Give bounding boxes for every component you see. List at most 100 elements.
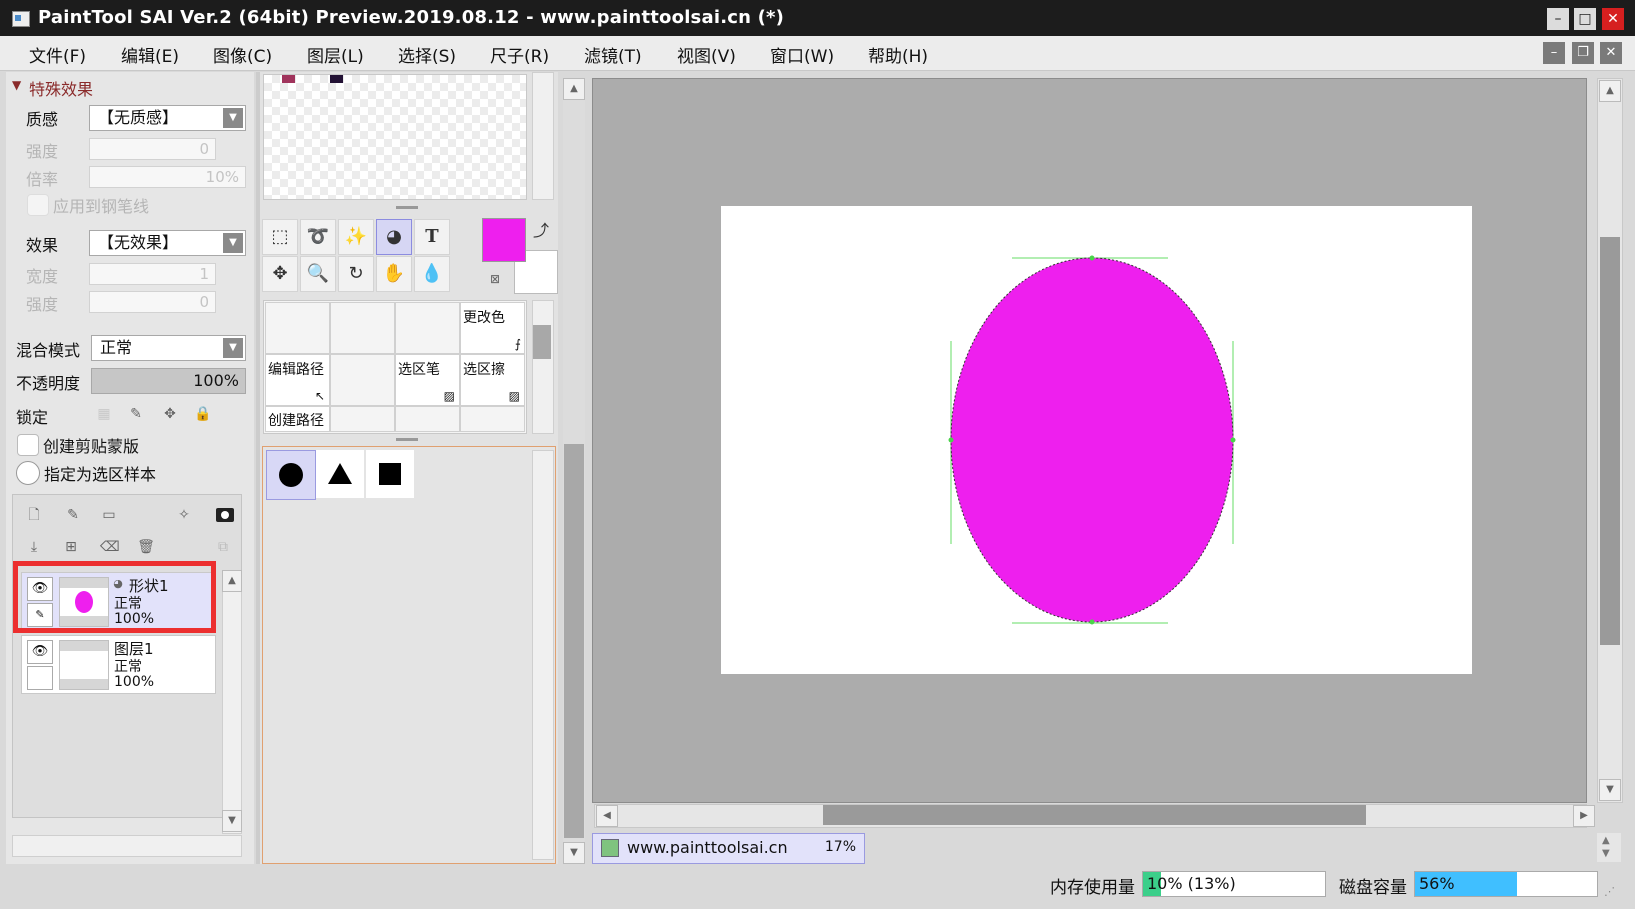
effect-select[interactable]: 【无效果】 ▼ (89, 230, 246, 256)
texture-select[interactable]: 【无质感】 ▼ (89, 105, 246, 131)
scroll-down-button[interactable]: ▼ (563, 842, 585, 864)
rect-select-tool[interactable]: ⬚ (262, 219, 298, 255)
scale-field[interactable]: 10% (89, 166, 246, 188)
blend-mode-select[interactable]: 正常 ▼ (91, 335, 246, 361)
new-linework-layer-icon[interactable]: ✎ (64, 506, 82, 524)
pen-slot[interactable] (27, 666, 53, 690)
duplicate-layer-icon[interactable]: ⊞ (62, 538, 80, 556)
shape-tool[interactable]: ◕ (376, 219, 412, 255)
close-button[interactable]: ✕ (1602, 8, 1624, 30)
scroll-down-button[interactable]: ▼ (1599, 779, 1621, 801)
resize-grip-icon[interactable]: ⋰ (1604, 885, 1615, 898)
brush-slot[interactable] (330, 302, 395, 354)
rotate-tool[interactable]: ↻ (338, 256, 374, 292)
minimize-button[interactable]: – (1547, 8, 1569, 30)
menu-help[interactable]: 帮助(H) (868, 42, 928, 67)
hand-tool[interactable]: ✋ (376, 256, 412, 292)
layer-mask-icon[interactable] (216, 508, 234, 522)
brush-slot[interactable] (265, 302, 330, 354)
brush-slot[interactable] (330, 354, 395, 406)
lock-transparency-icon[interactable]: ▦ (95, 405, 113, 423)
swap-colors-icon[interactable]: ⤴ (532, 222, 550, 240)
brush-change-color[interactable]: 更改色 ⨍ (460, 302, 525, 354)
menu-file[interactable]: 文件(F) (29, 42, 86, 67)
swatch-color[interactable] (282, 75, 295, 83)
opacity-slider[interactable]: 100% (91, 368, 246, 394)
scroll-up-button[interactable]: ▲ (222, 570, 242, 592)
eye-icon[interactable]: 👁 (27, 640, 53, 664)
magic-wand-tool[interactable]: ✨ (338, 219, 374, 255)
panel-splitter[interactable] (256, 72, 260, 864)
menu-filter[interactable]: 滤镜(T) (584, 42, 642, 67)
brush-slot[interactable] (330, 406, 395, 432)
primary-color[interactable] (482, 218, 526, 262)
resize-handle[interactable] (396, 438, 418, 441)
lock-all-icon[interactable]: 🔒 (194, 405, 212, 423)
shape-scrollbar[interactable] (532, 450, 554, 860)
brush-select-pen[interactable]: 选区笔 ▨ (395, 354, 460, 406)
clear-layer-icon[interactable]: ⌫ (100, 538, 120, 556)
resize-handle[interactable] (396, 206, 418, 209)
delete-layer-icon[interactable]: 🗑 (137, 538, 155, 556)
layer-hscrollbar[interactable] (12, 835, 242, 857)
brush-select-eraser[interactable]: 选区擦 ▨ (460, 354, 525, 406)
layer-row-layer1[interactable]: 👁 图层1 正常 100% (21, 635, 216, 694)
apply-pen-checkbox[interactable] (27, 194, 49, 216)
lock-paint-icon[interactable]: ✎ (127, 405, 145, 423)
swatch-color[interactable] (330, 75, 343, 83)
scroll-right-button[interactable]: ▶ (1573, 805, 1595, 827)
menu-ruler[interactable]: 尺子(R) (490, 42, 549, 67)
strength2-field[interactable]: 0 (89, 291, 216, 313)
brush-scroll-thumb[interactable] (533, 325, 551, 359)
new-layer-icon[interactable]: 🗋 (25, 506, 43, 524)
triangle-shape-button[interactable] (316, 450, 364, 498)
mdi-close-button[interactable]: ✕ (1600, 42, 1622, 64)
rectangle-shape-button[interactable] (366, 450, 414, 498)
brush-slot[interactable] (395, 302, 460, 354)
scroll-down-button[interactable]: ▼ (222, 810, 242, 832)
lasso-tool[interactable]: ➰ (300, 219, 336, 255)
merge-down-icon[interactable]: ⤓ (25, 538, 43, 556)
brush-edit-path[interactable]: 编辑路径 ↖ (265, 354, 330, 406)
transparent-color-icon[interactable]: ⊠ (486, 270, 504, 288)
text-tool[interactable]: T (414, 219, 450, 255)
strength-field[interactable]: 0 (89, 138, 216, 160)
brush-slot[interactable] (395, 406, 460, 432)
menu-select[interactable]: 选择(S) (398, 42, 456, 67)
menu-edit[interactable]: 编辑(E) (121, 42, 179, 67)
move-tool[interactable]: ✥ (262, 256, 298, 292)
new-folder-icon[interactable]: ▭ (100, 506, 118, 524)
brush-scrollbar[interactable] (532, 300, 554, 434)
eyedropper-tool[interactable]: 💧 (414, 256, 450, 292)
ellipse-shape-button[interactable] (266, 450, 316, 500)
scroll-up-button[interactable]: ▲ (1599, 80, 1621, 102)
mdi-minimize-button[interactable]: – (1543, 42, 1565, 64)
document-canvas[interactable] (721, 206, 1472, 674)
layer-options-icon[interactable]: ⧉ (214, 538, 232, 556)
menu-window[interactable]: 窗口(W) (770, 42, 834, 67)
scroll-up-button[interactable]: ▲ (563, 78, 585, 100)
canvas-left-scroll-thumb[interactable] (564, 444, 584, 838)
canvas-area[interactable] (592, 78, 1587, 803)
brush-slot[interactable] (460, 406, 525, 432)
zoom-tool[interactable]: 🔍 (300, 256, 336, 292)
selection-source-radio[interactable] (16, 461, 40, 485)
swatch-scrollbar[interactable] (532, 72, 554, 200)
menu-layer[interactable]: 图层(L) (307, 42, 364, 67)
brush-create-path[interactable]: 创建路径 (265, 406, 330, 432)
canvas-hscroll-thumb[interactable] (823, 805, 1366, 825)
document-tab[interactable]: www.painttoolsai.cn 17% (592, 833, 865, 864)
lock-move-icon[interactable]: ✥ (161, 405, 179, 423)
menu-image[interactable]: 图像(C) (213, 42, 272, 67)
maximize-button[interactable]: □ (1574, 8, 1596, 30)
clipping-mask-checkbox[interactable] (17, 434, 39, 456)
menu-view[interactable]: 视图(V) (677, 42, 736, 67)
canvas-vscroll-thumb[interactable] (1600, 237, 1620, 645)
collapse-arrow-icon[interactable]: ▼ (12, 78, 21, 92)
tab-scroll[interactable]: ▲ ▼ (1597, 833, 1621, 862)
width-field[interactable]: 1 (89, 263, 216, 285)
swatch-area[interactable] (263, 74, 527, 200)
layer-scrollbar[interactable] (222, 570, 242, 834)
layer-effect-icon[interactable]: ✧ (175, 506, 193, 524)
mdi-restore-button[interactable]: ❐ (1572, 42, 1594, 64)
